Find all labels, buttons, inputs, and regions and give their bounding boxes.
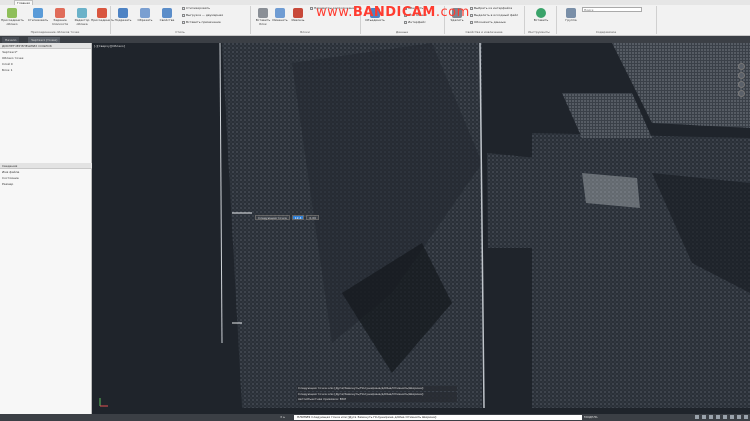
panel-label-props: Свойства и извлечение — [465, 30, 503, 34]
grid-icon[interactable] — [695, 415, 699, 419]
stylize-icon — [33, 8, 43, 18]
viewport-label[interactable]: [-][Сверху][Облако] — [94, 44, 125, 48]
xref-manager-panel: ДИСПЕТЧЕР ВНЕШНИХ ССЫЛОК Чертеж1* Облако… — [0, 43, 92, 414]
properties-button[interactable]: Свойства — [156, 6, 178, 30]
square-icon — [182, 13, 185, 17]
dynamic-value-field[interactable]: 12.4 — [291, 215, 305, 220]
ribbon-small-row[interactable]: Стилизировать — [182, 6, 210, 11]
crop-icon — [140, 8, 150, 18]
plane-icon — [55, 8, 65, 18]
command-history-line: Следующая точка или [Дуга/Замкнуть/Полуш… — [297, 391, 457, 397]
status-toggles — [695, 415, 748, 419]
clip-button[interactable]: Подрезать — [112, 6, 134, 30]
search-input[interactable]: Поиск — [582, 7, 642, 12]
pan-icon[interactable] — [737, 63, 745, 70]
list-item[interactable]: Блок 1 — [0, 67, 91, 73]
dynamic-angle-field[interactable]: 0.00 — [306, 215, 320, 220]
square-icon — [404, 20, 407, 24]
menu-icon[interactable] — [744, 415, 748, 419]
dynamic-input: Следующая точка 12.4 0.00 — [255, 215, 320, 220]
link-icon — [536, 8, 546, 18]
bandicam-watermark: www.BANDICAM.com — [316, 5, 470, 20]
group-icon — [566, 8, 576, 18]
ribbon-small-row[interactable]: Выделить в исходный файл — [470, 13, 518, 18]
command-arrows-icon[interactable]: ✕ ▸ — [280, 415, 285, 419]
divider — [656, 6, 657, 34]
drawing-viewport[interactable]: [-][Сверху][Облако] Следующая точка 12.4… — [92, 43, 750, 414]
crop-button[interactable]: Обрезать — [134, 6, 156, 30]
clip-icon — [118, 8, 128, 18]
ribbon-small-row[interactable]: Выгрузка — двумерная — [182, 13, 223, 18]
details-section: Сведения Имя файла Состояние Размер — [0, 163, 92, 187]
panel-label-data: Данные — [395, 30, 409, 34]
snap-icon[interactable] — [702, 415, 706, 419]
osnap-icon[interactable] — [723, 415, 727, 419]
zoom-icon[interactable] — [737, 72, 745, 79]
extract-button[interactable]: Извлечь — [287, 6, 309, 30]
attach-icon — [97, 8, 107, 18]
panel-label-attach: Присоединение облаков точек — [30, 30, 80, 34]
ucs-icon — [99, 398, 108, 407]
square-icon — [470, 20, 473, 24]
showmotion-icon[interactable] — [737, 90, 745, 97]
orbit-icon[interactable] — [737, 81, 745, 88]
square-icon — [470, 6, 473, 10]
panel-label-tools: Инструменты — [528, 30, 550, 34]
properties-icon — [162, 8, 172, 18]
document-tabs: Начало Чертеж1 (точки) — [0, 36, 750, 43]
model-tab[interactable]: МОДЕЛЬ — [582, 415, 600, 420]
panel-label-content: Содержимое — [595, 30, 617, 34]
link-button[interactable]: Вставить — [530, 6, 552, 30]
extract-icon — [293, 8, 303, 18]
panel-label-blocks: Блоки — [300, 30, 310, 34]
navigation-bar — [736, 61, 746, 111]
attach-cloud-button[interactable]: Присоединить облако — [1, 6, 24, 30]
ortho-icon[interactable] — [709, 415, 713, 419]
ribbon-small-row[interactable]: Обозначить данные — [470, 20, 506, 25]
status-bar: ✕ ▸ ПЛИНИЯ Следующая точка или [Дуга Зам… — [0, 414, 750, 421]
ribbon-small-row[interactable]: Вставить примечание — [182, 20, 221, 25]
group-button[interactable]: Группа — [560, 6, 582, 30]
block-icon — [258, 8, 268, 18]
command-history: Следующая точка или [Дуга/Замкнуть/Полуш… — [297, 386, 457, 403]
ribbon-small-row[interactable]: Выбрать из интерфейса — [470, 6, 512, 11]
stylize-button[interactable]: Стилизовать — [27, 6, 49, 30]
square-icon — [310, 6, 313, 10]
lineweight-icon[interactable] — [730, 415, 734, 419]
command-history-line: Следующая точка или [Дуга/Замкнуть/Полуш… — [297, 386, 457, 391]
polar-icon[interactable] — [716, 415, 720, 419]
tab-home[interactable]: Главная — [14, 0, 33, 5]
command-input[interactable]: ПЛИНИЯ Следующая точка или [Дуга Замкнут… — [294, 415, 582, 420]
square-icon — [182, 20, 185, 24]
edit-icon — [275, 8, 285, 18]
cloud-editor-button[interactable]: Редактор облака — [71, 6, 93, 30]
command-history-line: Автообъектная привязка: ВКЛ — [297, 397, 457, 402]
panel-label-style: Стиль — [175, 30, 185, 34]
editor-icon — [77, 8, 87, 18]
point-cloud-icon — [7, 8, 17, 18]
point-cloud-scene — [219, 43, 750, 409]
detail-item: Размер — [2, 182, 14, 186]
plane-button[interactable]: Задание плоскости — [49, 6, 71, 30]
square-icon — [182, 6, 185, 10]
settings-icon[interactable] — [737, 415, 741, 419]
dynamic-prompt: Следующая точка — [255, 215, 290, 220]
square-icon — [470, 13, 473, 17]
ribbon-small-row[interactable]: Интерфейс — [404, 20, 426, 25]
